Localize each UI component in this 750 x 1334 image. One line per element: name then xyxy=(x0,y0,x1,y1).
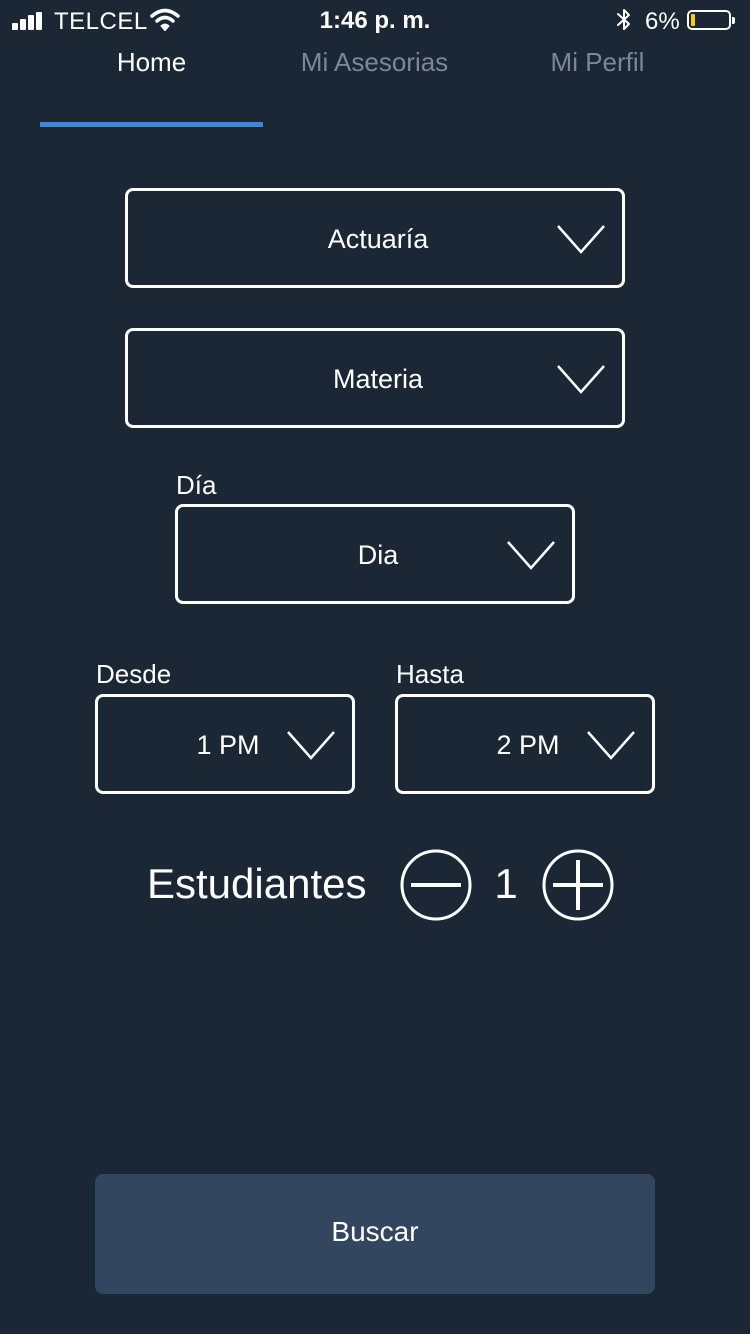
bluetooth-icon xyxy=(617,9,630,30)
from-time-dropdown[interactable]: 1 PM xyxy=(95,694,355,794)
day-label: Día xyxy=(176,470,217,500)
students-label: Estudiantes xyxy=(147,860,367,907)
clock: 1:46 p. m. xyxy=(319,7,431,34)
chevron-down-icon xyxy=(587,731,635,760)
from-label: Desde xyxy=(96,659,172,689)
to-time-dropdown[interactable]: 2 PM xyxy=(395,694,655,794)
chevron-down-icon xyxy=(557,225,605,254)
students-count: 1 xyxy=(494,860,518,907)
battery-level-fill xyxy=(691,14,695,26)
subject-value: Materia xyxy=(332,364,424,394)
search-button[interactable]: Buscar xyxy=(95,1174,655,1294)
battery-icon xyxy=(687,10,735,30)
search-button-label: Buscar xyxy=(331,1216,419,1247)
plus-circle-icon xyxy=(542,849,614,921)
chevron-down-icon xyxy=(507,541,555,570)
increment-button[interactable] xyxy=(541,848,615,922)
chevron-down-icon xyxy=(287,731,335,760)
tab-mi-asesorias[interactable]: Mi Asesorias xyxy=(263,47,486,87)
career-dropdown[interactable]: Actuaría xyxy=(125,188,625,288)
status-bar: TELCEL 1:46 p. m. 6% xyxy=(0,0,750,40)
minus-circle-icon xyxy=(400,849,472,921)
active-tab-indicator xyxy=(40,122,263,127)
battery-percent: 6% xyxy=(645,8,680,35)
subject-dropdown[interactable]: Materia xyxy=(125,328,625,428)
chevron-down-icon xyxy=(557,365,605,394)
tab-home[interactable]: Home xyxy=(40,47,263,87)
tab-mi-perfil[interactable]: Mi Perfil xyxy=(486,47,709,87)
career-value: Actuaría xyxy=(327,224,429,254)
decrement-button[interactable] xyxy=(399,848,473,922)
day-dropdown[interactable]: Dia xyxy=(175,504,575,604)
to-label: Hasta xyxy=(396,659,464,689)
